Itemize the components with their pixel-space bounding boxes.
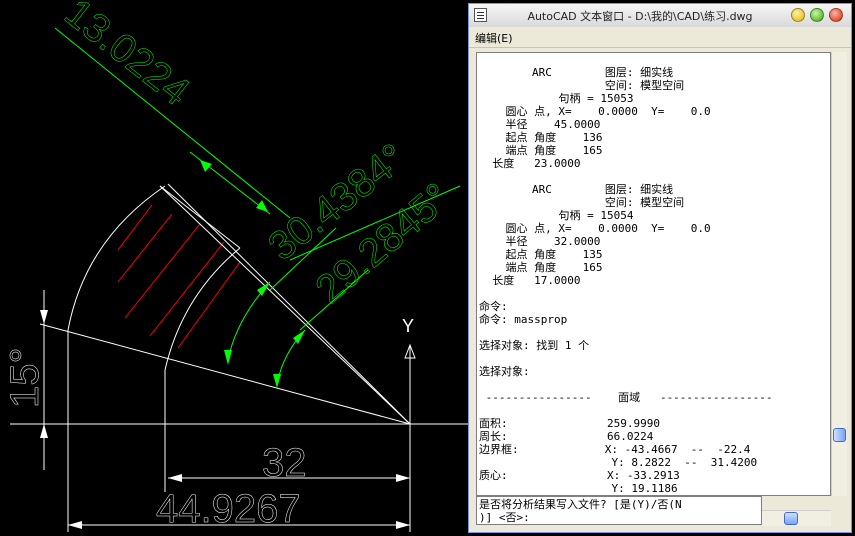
app-window-icon[interactable] <box>474 8 487 22</box>
close-button[interactable] <box>829 8 843 22</box>
dim-linear-44: 44.9267 <box>156 487 301 531</box>
vertical-scroll-thumb[interactable] <box>833 428 846 442</box>
dim-arc-length-13: 13.0224 <box>56 0 197 114</box>
maximize-button[interactable] <box>810 8 824 22</box>
dim-angle-15: 15° <box>3 348 47 409</box>
horizontal-scrollbar[interactable] <box>762 510 831 526</box>
window-title: AutoCAD 文本窗口 - D:\我的\CAD\练习.dwg <box>527 10 753 23</box>
command-line-input[interactable]: 是否将分析结果写入文件? [是(Y)/否(N )] <否>: <box>476 496 762 525</box>
inner-arc <box>164 247 241 424</box>
vertical-scrollbar[interactable] <box>831 52 847 496</box>
horizontal-scroll-thumb[interactable] <box>784 512 798 525</box>
minimize-button[interactable] <box>791 8 805 22</box>
axis-y-label: Y <box>402 316 414 336</box>
menu-bar: 编辑(E) <box>469 27 851 48</box>
text-history-area[interactable]: ARC 图层: 细实线 空间: 模型空间 句柄 = 15053 圆心 点, X=… <box>476 52 831 496</box>
menu-edit[interactable]: 编辑(E) <box>475 30 513 46</box>
outer-arc <box>67 185 166 424</box>
command-prompt-text: 是否将分析结果写入文件? [是(Y)/否(N )] <否>: <box>479 498 682 524</box>
cad-drawing-area[interactable]: Y 13.0224 30.4384° 29.2845° 15° 32 44.92… <box>0 0 468 536</box>
ucs-y-axis <box>404 343 416 420</box>
dim-linear-32: 32 <box>262 441 307 485</box>
resize-grip[interactable] <box>831 510 847 526</box>
title-bar[interactable]: AutoCAD 文本窗口 - D:\我的\CAD\练习.dwg <box>469 4 851 28</box>
drawing-canvas[interactable]: Y 13.0224 30.4384° 29.2845° 15° 32 44.92… <box>0 0 468 536</box>
text-history-content: ARC 图层: 细实线 空间: 模型空间 句柄 = 15053 圆心 点, X=… <box>479 66 773 495</box>
autocad-text-window: AutoCAD 文本窗口 - D:\我的\CAD\练习.dwg 编辑(E) AR… <box>468 3 852 533</box>
